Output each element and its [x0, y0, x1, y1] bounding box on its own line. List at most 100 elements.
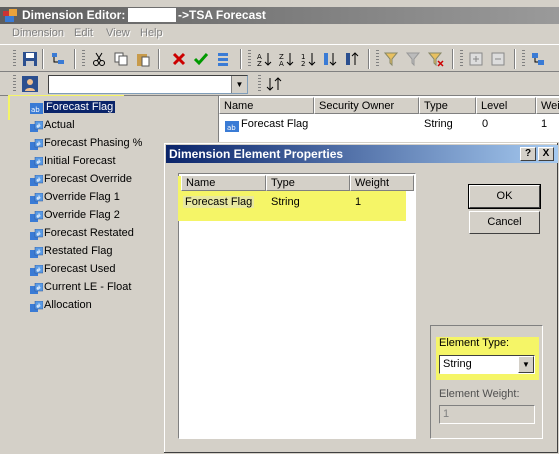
- toolbar-separator: [368, 49, 370, 69]
- paste-icon[interactable]: [135, 51, 151, 67]
- toolbar-grip[interactable]: [82, 50, 85, 68]
- checkmark-icon[interactable]: [193, 51, 209, 67]
- element-weight-field[interactable]: 1: [439, 405, 535, 424]
- tree-item-label: Forecast Used: [44, 263, 116, 275]
- column-header-weight[interactable]: Weig: [536, 97, 559, 114]
- column-header-type[interactable]: Type: [266, 175, 350, 191]
- element-type-select[interactable]: String ▼: [439, 355, 535, 374]
- numeric-element-icon: #: [30, 175, 43, 186]
- cell-type[interactable]: String: [271, 196, 300, 208]
- numeric-element-icon: #: [30, 283, 43, 294]
- help-button[interactable]: ?: [520, 147, 536, 161]
- toolbar-separator: [74, 49, 76, 69]
- toolbar-separator: [158, 49, 160, 69]
- cut-icon[interactable]: [91, 51, 107, 67]
- expand-icon[interactable]: [468, 51, 484, 67]
- save-icon[interactable]: [22, 51, 38, 67]
- svg-text:Z: Z: [257, 60, 262, 67]
- filter-disabled-icon[interactable]: [406, 51, 422, 67]
- toolbar-grip[interactable]: [522, 50, 525, 68]
- toolbar-grip[interactable]: [13, 75, 16, 93]
- ok-button[interactable]: OK: [468, 184, 541, 209]
- sort-za-icon[interactable]: ZA: [278, 51, 294, 67]
- properties-grid: Name Type Weight Forecast Flag String 1: [178, 173, 416, 439]
- clear-filter-icon[interactable]: [428, 51, 444, 67]
- column-header-weight[interactable]: Weight: [350, 175, 414, 191]
- menu-help[interactable]: Help: [140, 27, 163, 39]
- sort-hierarchy-icon[interactable]: [322, 51, 338, 67]
- toolbar-separator: [452, 49, 454, 69]
- element-weight-label: Element Weight:: [439, 388, 520, 400]
- sort-icon[interactable]: [215, 51, 231, 67]
- menu-view[interactable]: View: [106, 27, 130, 39]
- copy-icon[interactable]: [113, 51, 129, 67]
- svg-text:#: #: [36, 123, 41, 130]
- window-title-bar: Dimension Editor: ->TSA Forecast: [0, 7, 559, 24]
- numeric-element-icon: #: [30, 301, 43, 312]
- user-icon[interactable]: [22, 76, 38, 92]
- sort-index-icon[interactable]: [344, 51, 360, 67]
- toolbar-grip[interactable]: [258, 75, 261, 93]
- insert-element-icon[interactable]: [530, 51, 546, 67]
- svg-text:ab: ab: [227, 124, 236, 132]
- numeric-element-icon: #: [30, 121, 43, 132]
- sort-order-icon[interactable]: [266, 76, 282, 92]
- close-button[interactable]: X: [538, 147, 554, 161]
- toolbar-grip[interactable]: [248, 50, 251, 68]
- cell-level: 0: [482, 118, 489, 130]
- sort-level-icon[interactable]: 12: [300, 51, 316, 67]
- svg-text:ab: ab: [31, 106, 40, 114]
- element-properties-dialog: Dimension Element Properties ? X Name Ty…: [163, 142, 559, 454]
- svg-text:#: #: [36, 303, 41, 310]
- cell-name[interactable]: Forecast Flag: [183, 196, 255, 208]
- cell-weight: 1: [541, 118, 548, 130]
- tree-item-label: Override Flag 2: [44, 209, 120, 221]
- window-title-prefix: Dimension Editor:: [22, 8, 126, 22]
- svg-text:#: #: [36, 141, 41, 148]
- window-title-suffix: ->TSA Forecast: [178, 8, 266, 22]
- main-toolbar: AZ ZA 12: [0, 44, 559, 72]
- tree-item-label: Forecast Flag: [44, 101, 116, 113]
- dialog-title: Dimension Element Properties: [169, 147, 344, 161]
- numeric-element-icon: #: [30, 139, 43, 150]
- cell-weight[interactable]: 1: [355, 196, 361, 208]
- svg-text:#: #: [36, 213, 41, 220]
- collapse-icon[interactable]: [490, 51, 506, 67]
- svg-text:2: 2: [301, 60, 305, 67]
- subset-combo[interactable]: ▼: [48, 75, 248, 94]
- toolbar-grip[interactable]: [376, 50, 379, 68]
- toolbar-separator: [240, 49, 242, 69]
- column-header-name[interactable]: Name: [181, 175, 266, 191]
- toolbar-separator: [42, 49, 44, 69]
- string-element-icon: ab: [30, 103, 43, 114]
- menu-dimension[interactable]: Dimension: [12, 27, 64, 39]
- svg-text:#: #: [36, 159, 41, 166]
- toolbar-separator: [514, 49, 516, 69]
- tree-item-label: Forecast Restated: [44, 227, 134, 239]
- tree-item-label: Actual: [44, 119, 75, 131]
- menu-edit[interactable]: Edit: [74, 27, 93, 39]
- tree-item-label: Forecast Override: [44, 173, 133, 185]
- tree-item-label: Restated Flag: [44, 245, 113, 257]
- dialog-title-bar: Dimension Element Properties ? X: [166, 145, 558, 163]
- filter-icon[interactable]: [384, 51, 400, 67]
- column-header-level[interactable]: Level: [476, 97, 536, 114]
- toolbar-grip[interactable]: [13, 50, 16, 68]
- column-header-security-owner[interactable]: Security Owner: [314, 97, 419, 114]
- column-header-name[interactable]: Name: [219, 97, 314, 114]
- element-type-value: String: [443, 358, 472, 370]
- numeric-element-icon: #: [30, 157, 43, 168]
- hierarchy-icon[interactable]: [50, 51, 66, 67]
- numeric-element-icon: #: [30, 193, 43, 204]
- numeric-element-icon: #: [30, 265, 43, 276]
- cancel-button[interactable]: Cancel: [469, 211, 540, 234]
- redacted-server-name: [128, 8, 176, 22]
- svg-text:#: #: [36, 177, 41, 184]
- sort-az-icon[interactable]: AZ: [256, 51, 272, 67]
- chevron-down-icon[interactable]: ▼: [231, 76, 247, 93]
- toolbar-grip[interactable]: [460, 50, 463, 68]
- column-header-type[interactable]: Type: [419, 97, 476, 114]
- subset-toolbar: ▼: [0, 72, 559, 96]
- chevron-down-icon[interactable]: ▼: [518, 356, 534, 373]
- delete-icon[interactable]: [171, 51, 187, 67]
